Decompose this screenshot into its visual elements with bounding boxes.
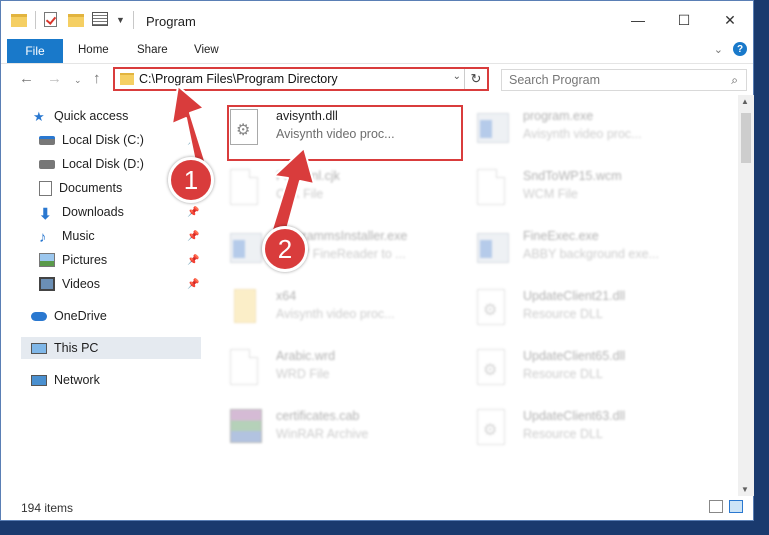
step-1-badge: 1 [168,157,214,203]
step-2-badge: 2 [262,226,308,272]
arrow-1 [171,85,207,167]
annotation-arrows [171,85,315,241]
